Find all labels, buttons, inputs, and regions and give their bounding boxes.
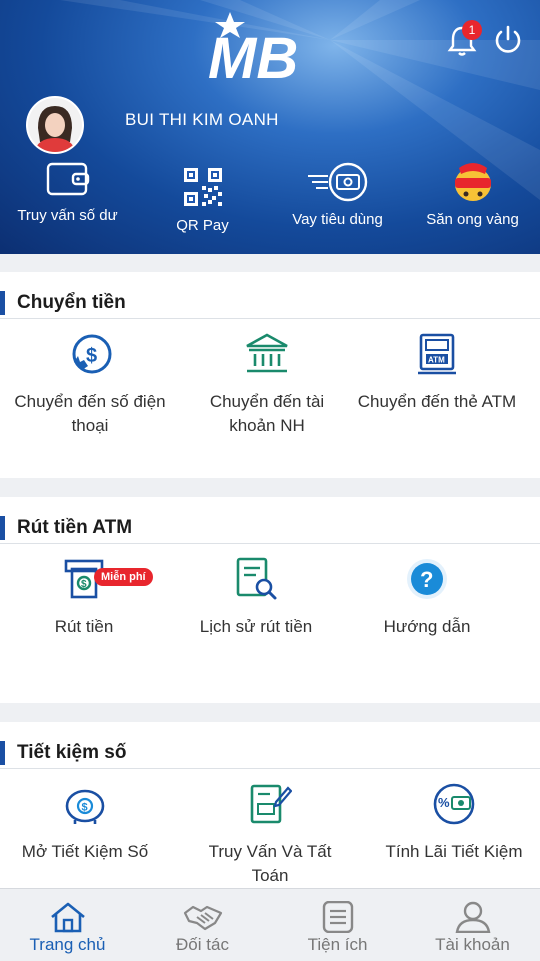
svg-text:$: $ [86,345,97,367]
transfer-to-phone-button[interactable]: $ Chuyển đến số điện thoại [0,332,180,438]
section-accent-bar [0,291,5,315]
section-title: Rút tiền ATM [17,517,133,538]
section-header: Chuyển tiền [0,272,540,319]
power-icon[interactable] [490,22,526,58]
piggy-bank-icon: $ [65,789,105,824]
phone-money-icon: $ [72,334,112,374]
interest-icon: % [433,783,475,825]
transfer-to-atm-card-button[interactable]: ATM Chuyển đến thẻ ATM [347,332,527,414]
item-label: Chuyển đến số điện thoại [14,392,166,435]
section-title: Tiết kiệm số [17,742,127,763]
qr-code-icon [183,168,222,206]
nav-partners[interactable]: Đối tác [135,889,270,961]
free-badge: Miễn phí [94,568,153,586]
utilities-icon [322,901,353,933]
item-label: Hướng dẫn [383,617,471,636]
svg-text:$: $ [82,802,88,814]
section-accent-bar [0,741,5,765]
svg-text:MB: MB [208,26,298,84]
section-title: Chuyển tiền [17,292,126,313]
svg-text:?: ? [420,567,433,592]
mb-logo: MB [208,12,298,84]
bank-icon [246,333,288,373]
guide-button[interactable]: ? Hướng dẫn [337,557,517,639]
section-header: Tiết kiệm số [0,722,540,769]
item-label: Lịch sử rút tiền [199,617,313,636]
nav-label: Trang chủ [29,935,106,954]
avatar[interactable] [26,96,84,154]
account-icon [455,901,490,933]
cash-fast-icon [307,162,367,202]
user-photo-icon [28,98,82,152]
nav-account[interactable]: Tài khoản [405,889,540,961]
help-icon: ? [407,559,447,599]
section-header: Rút tiền ATM [0,497,540,544]
quick-action-balance[interactable]: Truy vấn số dư [0,160,135,254]
document-edit-icon [250,784,292,824]
transfer-to-account-button[interactable]: Chuyển đến tài khoản NH [177,332,357,438]
bottom-navigation: Trang chủ Đối tác Tiện ích Tài khoản [0,888,540,961]
item-label: Tính Lãi Tiết Kiệm [385,842,523,861]
atm-card-icon: ATM [418,333,456,375]
svg-text:$: $ [81,579,87,590]
user-name: BUI THI KIM OANH [125,110,279,129]
header-banner: MB 1 BUI THI KIM OANH Truy vấn số dư QR … [0,0,540,254]
nav-utilities[interactable]: Tiện ích [270,889,405,961]
home-icon [50,902,85,933]
svg-text:%: % [438,795,450,810]
history-search-icon [236,557,277,600]
quick-action-loan[interactable]: Vay tiêu dùng [270,160,405,254]
query-settle-button[interactable]: Truy Vấn Và Tất Toán [180,782,360,888]
golden-bee-icon [454,163,491,201]
notification-badge: 1 [462,20,482,40]
atm-withdraw-section: Rút tiền ATM $ Rút tiền Lịch sử rút tiền… [0,497,540,703]
wallet-icon [46,162,89,196]
quick-action-label: Vay tiêu dùng [292,211,383,228]
quick-action-label: QR Pay [176,217,229,234]
interest-calculator-button[interactable]: % Tính Lãi Tiết Kiệm [364,782,540,864]
withdraw-history-button[interactable]: Lịch sử rút tiền [166,557,346,639]
savings-section: Tiết kiệm số $ Mở Tiết Kiệm Số Truy Vấn … [0,722,540,888]
item-label: Truy Vấn Và Tất Toán [208,842,332,885]
open-savings-button[interactable]: $ Mở Tiết Kiệm Số [0,782,175,864]
item-label: Chuyển đến tài khoản NH [209,392,325,435]
handshake-icon [183,905,222,931]
transfer-section: Chuyển tiền $ Chuyển đến số điện thoại C… [0,272,540,478]
nav-label: Tài khoản [435,935,510,954]
quick-action-qr-pay[interactable]: QR Pay [135,160,270,254]
quick-action-label: Săn ong vàng [426,211,519,228]
nav-label: Tiện ích [307,935,368,954]
item-label: Mở Tiết Kiệm Số [21,842,149,861]
item-label: Chuyển đến thẻ ATM [357,392,517,411]
nav-home[interactable]: Trang chủ [0,889,135,961]
quick-action-label: Truy vấn số dư [17,207,118,224]
svg-text:ATM: ATM [428,356,445,365]
item-label: Rút tiền [54,617,114,636]
section-accent-bar [0,516,5,540]
nav-label: Đối tác [176,935,229,954]
quick-action-golden-bee[interactable]: Săn ong vàng [405,160,540,254]
